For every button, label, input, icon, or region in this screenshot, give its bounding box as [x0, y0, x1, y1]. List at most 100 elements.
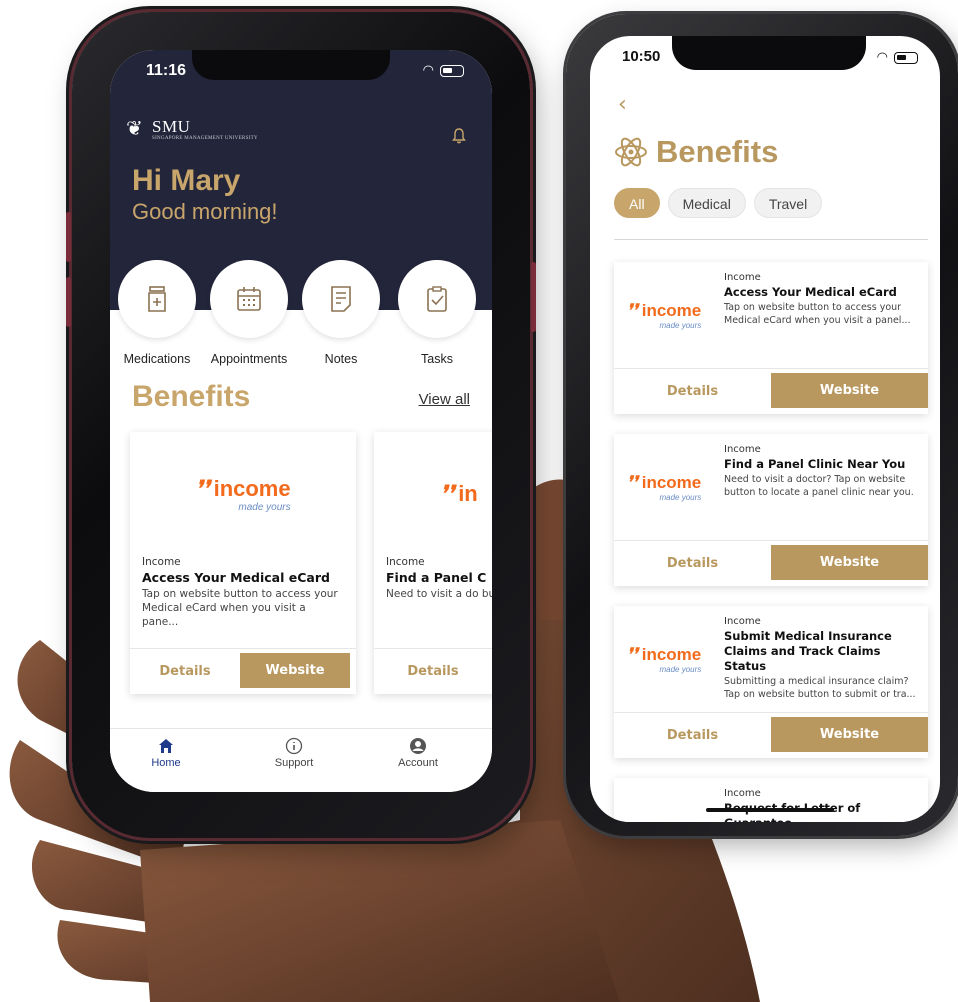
income-logo: ❜❜ income made yours	[614, 262, 714, 368]
details-button[interactable]: Details	[374, 649, 492, 694]
section-title: Benefits	[132, 380, 251, 413]
bottom-tab-bar: Home Support Account	[110, 728, 492, 792]
card-provider: Income	[724, 272, 761, 283]
income-quote-icon: ❜❜	[626, 472, 638, 492]
atom-icon	[615, 137, 647, 167]
income-logo-tag: made yours	[659, 320, 702, 330]
income-quote-icon: ❜❜	[440, 481, 455, 506]
card-provider: Income	[724, 788, 761, 799]
status-time: 11:16	[146, 62, 187, 79]
income-logo-word: income	[213, 475, 291, 501]
tab-label: Home	[151, 757, 181, 769]
smu-logo-sub: SINGAPORE MANAGEMENT UNIVERSITY	[152, 136, 258, 141]
info-icon	[285, 737, 303, 755]
benefit-card: ❜❜ income made yours Income Submit Medic…	[614, 606, 928, 758]
card-provider: Income	[724, 444, 761, 455]
status-icons: ◠	[877, 50, 918, 65]
income-logo-word: income	[641, 300, 702, 320]
battery-icon	[440, 64, 464, 77]
tab-label: Support	[274, 757, 314, 769]
card-title: Find a Panel C	[386, 570, 487, 585]
details-button[interactable]: Details	[614, 713, 771, 758]
quick-action-label: Notes	[324, 352, 358, 366]
greeting-block: Hi Mary Good morning!	[132, 164, 278, 226]
quick-action-tasks[interactable]: Tasks	[392, 260, 482, 366]
income-logo-tag: made yours	[659, 664, 702, 674]
card-description: Submitting a medical insurance claim? Ta…	[724, 676, 916, 700]
home-indicator[interactable]	[706, 808, 834, 812]
tab-account[interactable]: Account	[378, 735, 458, 769]
battery-icon	[894, 51, 918, 64]
filter-travel[interactable]: Travel	[753, 188, 823, 218]
benefit-card: Income Request for Letter of Guarantee	[614, 778, 928, 822]
benefit-card: ❜❜ income made yours Income Access Your …	[130, 432, 356, 694]
card-title: Submit Medical Insurance Claims and Trac…	[724, 629, 892, 673]
card-description: Tap on website button to access your Med…	[724, 302, 911, 326]
card-description: Need to visit a do button to locate a	[386, 588, 492, 600]
income-logo: ❜❜ income made yours	[614, 606, 714, 712]
page-title-text: Benefits	[656, 134, 779, 169]
website-button[interactable]: Website	[771, 717, 928, 752]
details-button[interactable]: Details	[130, 649, 240, 694]
bell-icon[interactable]	[452, 128, 466, 144]
filter-medical[interactable]: Medical	[667, 188, 746, 218]
tab-support[interactable]: Support	[254, 735, 334, 769]
calendar-icon	[237, 287, 261, 311]
card-description: Tap on website button to access your Med…	[142, 588, 338, 628]
smu-logo: ❦ SMU SINGAPORE MANAGEMENT UNIVERSITY	[126, 118, 258, 142]
benefits-screen: 10:50 ◠ ‹ Benefits All Medical Travel ❜❜…	[590, 36, 940, 822]
income-logo-word: in	[458, 481, 478, 506]
income-logo-word: income	[641, 472, 702, 492]
wifi-icon: ◠	[876, 50, 888, 65]
card-provider: Income	[724, 616, 761, 627]
card-title: Access Your Medical eCard	[724, 285, 897, 299]
card-title: Access Your Medical eCard	[142, 570, 330, 585]
wifi-icon: ◠	[422, 63, 434, 78]
quick-actions: Medications Appointments Notes Tasks	[110, 260, 492, 370]
account-icon	[410, 738, 426, 754]
quick-action-appointments[interactable]: Appointments	[204, 260, 294, 366]
divider	[614, 239, 928, 240]
page-title: Benefits	[614, 134, 778, 170]
quick-action-label: Tasks	[421, 352, 453, 366]
tab-home[interactable]: Home	[126, 735, 206, 769]
income-quote-icon: ❜❜	[195, 475, 210, 501]
filter-chips: All Medical Travel	[614, 188, 823, 218]
filter-all[interactable]: All	[614, 188, 660, 218]
card-title: Find a Panel Clinic Near You	[724, 457, 906, 471]
volume-button	[66, 212, 71, 262]
view-all-link[interactable]: View all	[419, 391, 470, 408]
status-time: 10:50	[622, 48, 661, 65]
quick-action-label: Medications	[123, 352, 191, 366]
benefit-card: ❜❜ in Income Find a Panel C Need to visi…	[374, 432, 492, 694]
phone-benefits: 10:50 ◠ ‹ Benefits All Medical Travel ❜❜…	[566, 14, 958, 836]
income-logo-word: income	[641, 644, 702, 664]
home-icon	[159, 739, 173, 753]
benefit-card: ❜❜ income made yours Income Find a Panel…	[614, 434, 928, 586]
home-screen: 11:16 ◠ ❦ SMU SINGAPORE MANAGEMENT UNIVE…	[110, 50, 492, 792]
card-description: Need to visit a doctor? Tap on website b…	[724, 474, 914, 498]
quick-action-medications[interactable]: Medications	[112, 260, 202, 366]
greeting-title: Hi Mary	[132, 164, 241, 197]
status-icons: ◠	[423, 63, 464, 78]
back-button[interactable]: ‹	[618, 94, 627, 116]
tasks-icon	[427, 286, 447, 312]
income-logo-tag: made yours	[659, 492, 702, 502]
quick-action-circle	[302, 260, 380, 338]
greeting-subtitle: Good morning!	[132, 199, 278, 224]
quick-action-notes[interactable]: Notes	[296, 260, 386, 366]
quick-action-label: Appointments	[210, 352, 288, 366]
details-button[interactable]: Details	[614, 369, 771, 414]
website-button[interactable]: Website	[771, 545, 928, 580]
notes-icon	[331, 286, 351, 312]
volume-button	[66, 277, 71, 327]
smu-logo-text: SMU	[152, 117, 191, 136]
medication-icon	[148, 286, 166, 312]
website-button[interactable]: Website	[240, 653, 350, 688]
phone-home: 11:16 ◠ ❦ SMU SINGAPORE MANAGEMENT UNIVE…	[66, 12, 536, 838]
website-button[interactable]: Website	[771, 373, 928, 408]
income-quote-icon: ❜❜	[626, 644, 638, 664]
quick-action-circle	[398, 260, 476, 338]
details-button[interactable]: Details	[614, 541, 771, 586]
notch	[192, 50, 390, 80]
